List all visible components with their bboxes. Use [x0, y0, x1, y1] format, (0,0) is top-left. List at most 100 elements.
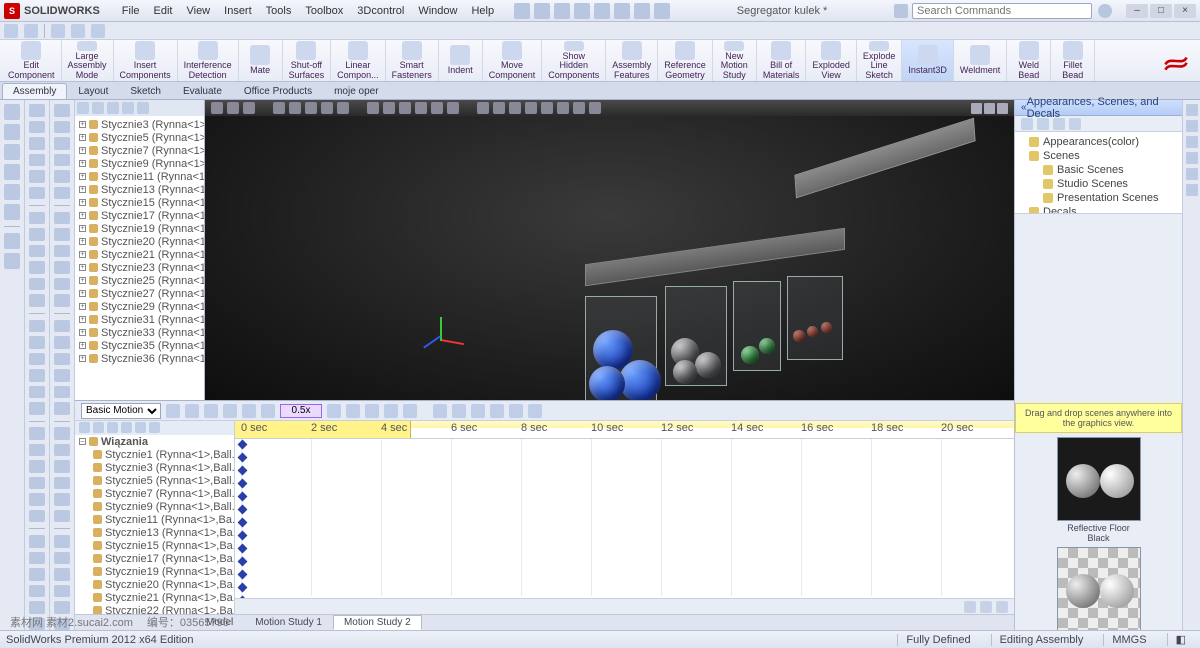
tool-icon[interactable]	[54, 477, 70, 490]
mt-icon[interactable]	[384, 404, 398, 418]
vp-icon[interactable]	[321, 102, 333, 114]
feature-item[interactable]: +Stycznie9 (Rynna<1>,E...	[75, 157, 204, 170]
tree-tab-icon[interactable]	[92, 102, 104, 114]
vp-icon[interactable]	[541, 102, 553, 114]
zoom-fit-icon[interactable]	[980, 601, 992, 613]
tool-icon[interactable]	[29, 585, 45, 598]
vp-icon[interactable]	[447, 102, 459, 114]
feature-item[interactable]: +Stycznie36 (Rynna<1...	[75, 352, 204, 365]
ribbon-show-hidden-components[interactable]: Show Hidden Components	[542, 40, 606, 81]
tool-icon[interactable]	[54, 154, 70, 167]
window-restore-icon[interactable]: □	[1150, 4, 1172, 18]
mt-icon[interactable]	[433, 404, 447, 418]
mt-play-start-icon[interactable]	[204, 404, 218, 418]
feature-item[interactable]: +Stycznie13 (Rynna<1...	[75, 183, 204, 196]
zoom-out-icon[interactable]	[964, 601, 976, 613]
vp-icon[interactable]	[493, 102, 505, 114]
tool-icon[interactable]	[29, 154, 45, 167]
mtree-icon[interactable]	[135, 422, 146, 433]
feature-item[interactable]: +Stycznie3 (Rynna<1>,E...	[75, 118, 204, 131]
study-tab[interactable]: Model	[195, 615, 244, 630]
tool-icon[interactable]	[4, 253, 20, 269]
expand-icon[interactable]: +	[79, 303, 86, 310]
appearance-tree-item[interactable]: Presentation Scenes	[1019, 191, 1178, 205]
appearance-tree-item[interactable]: Scenes	[1019, 149, 1178, 163]
tool-icon[interactable]	[54, 245, 70, 258]
feature-item[interactable]: +Stycznie25 (Rynna<1...	[75, 274, 204, 287]
tool-icon[interactable]	[54, 121, 70, 134]
menu-toolbox[interactable]: Toolbox	[299, 3, 349, 19]
ribbon-new-motion-study[interactable]: New Motion Study	[713, 40, 757, 81]
qr-icon[interactable]	[51, 24, 65, 38]
vp-icon[interactable]	[367, 102, 379, 114]
vp-min-icon[interactable]	[971, 103, 982, 114]
qat-rebuild-icon[interactable]	[634, 3, 650, 19]
menu-help[interactable]: Help	[465, 3, 500, 19]
feature-item[interactable]: +Stycznie5 (Rynna<1>,E...	[75, 131, 204, 144]
tptab-icon[interactable]	[1186, 104, 1198, 116]
qat-new-icon[interactable]	[514, 3, 530, 19]
feature-item[interactable]: +Stycznie7 (Rynna<1>,E...	[75, 144, 204, 157]
tool-icon[interactable]	[29, 510, 45, 523]
tptab-icon[interactable]	[1186, 120, 1198, 132]
feature-item[interactable]: +Stycznie11 (Rynna<1...	[75, 170, 204, 183]
qat-undo-icon[interactable]	[594, 3, 610, 19]
tool-icon[interactable]	[29, 601, 45, 614]
expand-icon[interactable]: +	[79, 121, 86, 128]
ribbon-move-component[interactable]: Move Component	[483, 40, 543, 81]
mt-icon[interactable]	[327, 404, 341, 418]
tp-icon[interactable]	[1053, 118, 1065, 130]
tool-icon[interactable]	[4, 184, 20, 200]
tool-icon[interactable]	[54, 601, 70, 614]
mt-icon[interactable]	[403, 404, 417, 418]
feature-item[interactable]: +Stycznie27 (Rynna<1...	[75, 287, 204, 300]
motion-item[interactable]: Stycznie11 (Rynna<1>,Ba...	[75, 513, 234, 526]
tree-tab-icon[interactable]	[137, 102, 149, 114]
mt-icon[interactable]	[490, 404, 504, 418]
feature-item[interactable]: +Stycznie19 (Rynna<1...	[75, 222, 204, 235]
tool-icon[interactable]	[54, 369, 70, 382]
qat-save-icon[interactable]	[554, 3, 570, 19]
feature-item[interactable]: +Stycznie20 (Rynna<1...	[75, 235, 204, 248]
mt-icon[interactable]	[509, 404, 523, 418]
expand-icon[interactable]: +	[79, 225, 86, 232]
motion-item[interactable]: Stycznie13 (Rynna<1>,Ba...	[75, 526, 234, 539]
qr-icon[interactable]	[71, 24, 85, 38]
mtree-icon[interactable]	[149, 422, 160, 433]
tool-icon[interactable]	[29, 552, 45, 565]
vp-icon[interactable]	[589, 102, 601, 114]
motion-item[interactable]: Stycznie21 (Rynna<1>,Ba...	[75, 591, 234, 604]
qr-icon[interactable]	[4, 24, 18, 38]
vp-icon[interactable]	[243, 102, 255, 114]
tool-icon[interactable]	[54, 510, 70, 523]
mtree-icon[interactable]	[93, 422, 104, 433]
tool-icon[interactable]	[29, 121, 45, 134]
tool-icon[interactable]	[29, 261, 45, 274]
tool-icon[interactable]	[54, 187, 70, 200]
tool-icon[interactable]	[4, 144, 20, 160]
ribbon-linear-compon-[interactable]: Linear Compon...	[331, 40, 386, 81]
tool-icon[interactable]	[29, 444, 45, 457]
feature-item[interactable]: +Stycznie17 (Rynna<1...	[75, 209, 204, 222]
vp-icon[interactable]	[509, 102, 521, 114]
menu-window[interactable]: Window	[412, 3, 463, 19]
feature-item[interactable]: +Stycznie31 (Rynna<1...	[75, 313, 204, 326]
ribbon-indent[interactable]: Indent	[439, 40, 483, 81]
tool-icon[interactable]	[29, 278, 45, 291]
vp-icon[interactable]	[399, 102, 411, 114]
window-close-icon[interactable]: ×	[1174, 4, 1196, 18]
tool-icon[interactable]	[29, 568, 45, 581]
tool-icon[interactable]	[54, 228, 70, 241]
tool-icon[interactable]	[54, 137, 70, 150]
tool-icon[interactable]	[29, 535, 45, 548]
help-icon[interactable]	[1098, 4, 1112, 18]
tool-icon[interactable]	[29, 493, 45, 506]
motion-item[interactable]: Stycznie19 (Rynna<1>,Ba...	[75, 565, 234, 578]
mt-icon[interactable]	[346, 404, 360, 418]
qr-icon[interactable]	[91, 24, 105, 38]
tool-icon[interactable]	[54, 336, 70, 349]
tool-icon[interactable]	[4, 104, 20, 120]
menu-3dcontrol[interactable]: 3Dcontrol	[351, 3, 410, 19]
zoom-in-icon[interactable]	[996, 601, 1008, 613]
tree-tab-icon[interactable]	[122, 102, 134, 114]
